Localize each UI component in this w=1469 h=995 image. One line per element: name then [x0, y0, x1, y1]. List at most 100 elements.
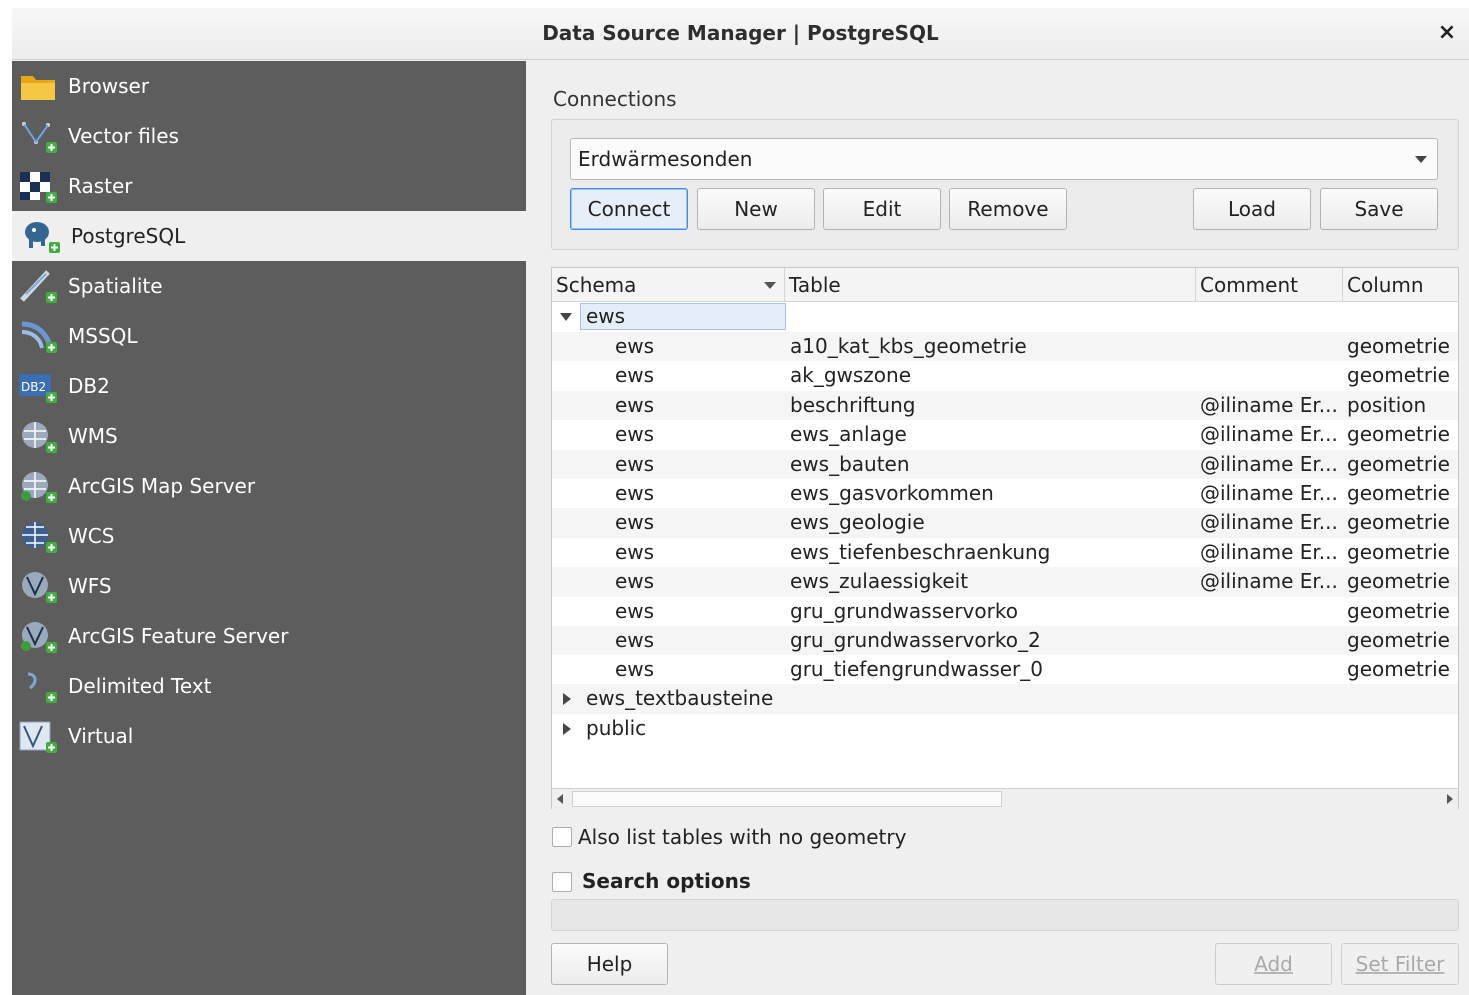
table-row[interactable]: ews ews_anlage @iliname Er... geometrie [552, 420, 1458, 449]
virtual-layer-add-icon [18, 720, 58, 754]
save-connections-button[interactable]: Save [1320, 188, 1438, 230]
remove-connection-button[interactable]: Remove [949, 188, 1067, 230]
table-row[interactable]: ews gru_grundwasservorko_2 geometrie [552, 626, 1458, 656]
column-header-comment[interactable]: Comment [1196, 268, 1343, 302]
sidebar-item-postgresql[interactable]: PostgreSQL [12, 211, 526, 261]
cell-table: beschriftung [790, 392, 916, 417]
search-options-label: Search options [582, 869, 751, 893]
sidebar-item-arcgis-feature-server[interactable]: ArcGIS Feature Server [12, 611, 526, 661]
sidebar-item-browser[interactable]: Browser [12, 61, 526, 111]
no-geometry-label: Also list tables with no geometry [578, 825, 907, 849]
sidebar-item-raster[interactable]: Raster [12, 161, 526, 211]
table-row[interactable]: ews ews_geologie @iliname Er... geometrie [552, 508, 1458, 538]
table-row[interactable]: ews gru_tiefengrundwasser_0 geometrie [552, 655, 1458, 684]
sidebar-item-label: Spatialite [68, 274, 163, 298]
cell-schema: ews [615, 539, 655, 564]
scrollbar-thumb[interactable] [572, 791, 1002, 807]
cell-table: gru_tiefengrundwasser_0 [790, 657, 1043, 682]
edit-connection-button[interactable]: Edit [823, 188, 941, 230]
search-options-checkbox[interactable] [552, 872, 572, 892]
schema-row-ews[interactable]: ews [552, 302, 1458, 331]
cell-table: gru_grundwasservorko_2 [790, 628, 1041, 652]
new-connection-button[interactable]: New [697, 188, 815, 230]
set-filter-button[interactable]: Set Filter [1341, 943, 1459, 985]
table-row[interactable]: ews a10_kat_kbs_geometrie geometrie [552, 332, 1458, 362]
sidebar-item-arcgis-map-server[interactable]: ArcGIS Map Server [12, 461, 526, 511]
sidebar-item-label: Vector files [68, 124, 179, 148]
window-title: Data Source Manager | PostgreSQL [542, 21, 939, 45]
svg-text:DB2: DB2 [21, 380, 46, 394]
connections-label: Connections [553, 87, 677, 111]
table-row[interactable]: ews ak_gwszone geometrie [552, 361, 1458, 390]
cell-column: geometrie [1347, 569, 1450, 594]
table-row[interactable]: ews ews_tiefenbeschraenkung @iliname Er...… [552, 538, 1458, 567]
table-row[interactable]: ews gru_grundwasservorko geometrie [552, 597, 1458, 626]
cell-table: ews_tiefenbeschraenkung [790, 539, 1051, 564]
sidebar-item-label: DB2 [68, 374, 110, 398]
cell-schema: ews [615, 481, 655, 505]
schema-row-public[interactable]: public [552, 714, 1458, 743]
close-icon[interactable]: × [1433, 8, 1461, 58]
cell-table: ews_gasvorkommen [790, 481, 994, 505]
sidebar-item-wms[interactable]: WMS [12, 411, 526, 461]
column-header-schema[interactable]: Schema [552, 268, 785, 302]
help-button[interactable]: Help [551, 943, 668, 985]
cell-table: a10_kat_kbs_geometrie [790, 334, 1027, 358]
cell-schema: ews [615, 628, 655, 652]
no-geometry-checkbox[interactable] [552, 827, 572, 847]
cell-comment: @iliname Er... [1200, 569, 1338, 594]
data-source-manager-dialog: Data Source Manager | PostgreSQL × Brows… [12, 8, 1469, 995]
cell-column: geometrie [1347, 334, 1450, 358]
title-bar: Data Source Manager | PostgreSQL × [12, 8, 1469, 60]
sidebar-item-label: Raster [68, 174, 133, 198]
column-header-column[interactable]: Column [1343, 268, 1458, 302]
sidebar-item-delimited-text[interactable]: Delimited Text [12, 661, 526, 711]
sidebar-item-label: ArcGIS Feature Server [68, 624, 289, 648]
horizontal-scrollbar[interactable] [552, 788, 1458, 809]
sidebar-item-wfs[interactable]: WFS [12, 561, 526, 611]
postgresql-panel: Connections Erdwärmesonden Connect New E… [534, 61, 1469, 995]
cell-column: position [1347, 392, 1427, 417]
sidebar-item-label: WFS [68, 574, 112, 598]
tables-tree[interactable]: Schema Table Comment Column ews ews a10_k… [551, 267, 1459, 809]
cell-comment: @iliname Er... [1200, 392, 1338, 417]
wcs-add-icon [18, 520, 58, 554]
table-row[interactable]: ews ews_bauten @iliname Er... geometrie [552, 449, 1458, 479]
mssql-add-icon [18, 320, 58, 354]
table-row[interactable]: ews ews_zulaessigkeit @iliname Er... geomet… [552, 567, 1458, 597]
splitter-handle[interactable] [526, 61, 534, 995]
cell-schema: ews [615, 598, 655, 623]
sidebar-item-virtual[interactable]: Virtual [12, 711, 526, 761]
sidebar-item-label: ArcGIS Map Server [68, 474, 256, 498]
sidebar-item-mssql[interactable]: MSSQL [12, 311, 526, 361]
connect-button[interactable]: Connect [570, 188, 688, 230]
connections-group: Erdwärmesonden Connect New Edit Remove L… [551, 119, 1459, 250]
cell-schema: ews [615, 392, 655, 417]
schema-row-ews-textbausteine[interactable]: ews_textbausteine [552, 684, 1458, 714]
sidebar-item-db2[interactable]: DB2 DB2 [12, 361, 526, 411]
chevron-down-icon [1415, 156, 1427, 163]
cell-comment: @iliname Er... [1200, 422, 1338, 447]
collapsed-arrow-icon[interactable] [563, 693, 571, 705]
expanded-arrow-icon[interactable] [560, 313, 572, 321]
sidebar-item-spatialite[interactable]: Spatialite [12, 261, 526, 311]
scroll-left-icon[interactable] [557, 794, 563, 804]
add-button[interactable]: Add [1215, 943, 1332, 985]
wms-add-icon [18, 420, 58, 454]
table-row[interactable]: ews ews_gasvorkommen @iliname Er... geometr… [552, 479, 1458, 508]
cell-schema: ews [615, 363, 655, 388]
cell-column: geometrie [1347, 481, 1450, 505]
search-options-field [551, 899, 1459, 931]
table-row[interactable]: ews beschriftung @iliname Er... position [552, 390, 1458, 421]
collapsed-arrow-icon[interactable] [563, 723, 571, 735]
scroll-right-icon[interactable] [1447, 794, 1453, 804]
cell-column: geometrie [1347, 539, 1450, 564]
sidebar-item-vector-files[interactable]: Vector files [12, 111, 526, 161]
connection-select[interactable]: Erdwärmesonden [570, 138, 1438, 180]
sidebar-item-wcs[interactable]: WCS [12, 511, 526, 561]
load-connections-button[interactable]: Load [1193, 188, 1311, 230]
column-header-table[interactable]: Table [785, 268, 1196, 302]
table-header: Schema Table Comment Column [552, 268, 1458, 302]
sidebar-item-label: Virtual [68, 724, 134, 748]
sidebar-item-label: PostgreSQL [71, 224, 186, 248]
